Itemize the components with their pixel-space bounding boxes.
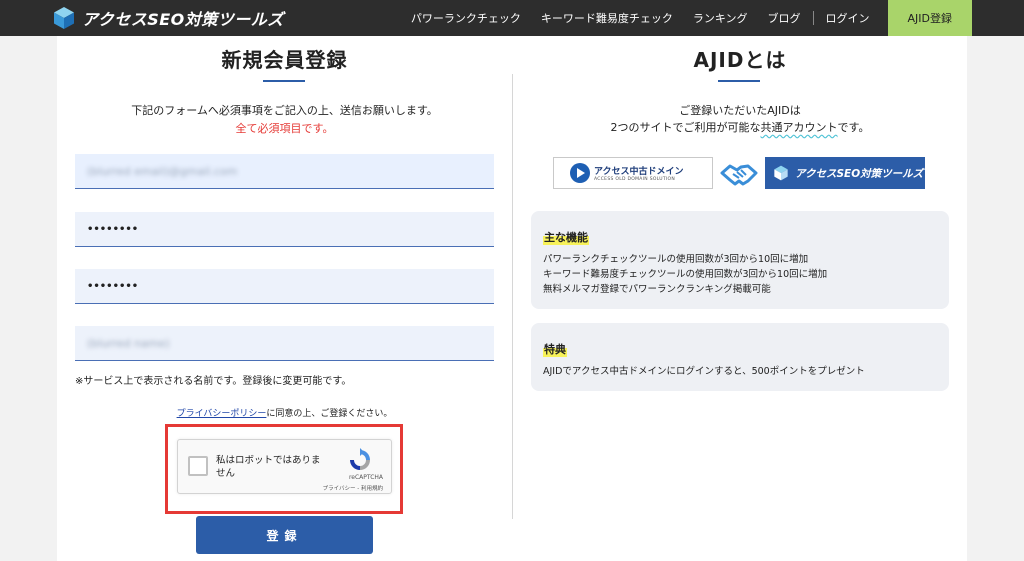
- nav-keyword-difficulty[interactable]: キーワード難易度チェック: [531, 10, 683, 26]
- logo-text: アクセスSEO対策ツールズ: [82, 10, 284, 29]
- access-seo-tools-logo: アクセスSEO対策ツールズ: [765, 157, 925, 189]
- password-value: ••••••••: [87, 223, 139, 235]
- partner-logos: アクセス中古ドメイン ACCESS OLD DOMAIN SOLUTION アク…: [553, 157, 927, 189]
- recaptcha-logo-icon: [350, 448, 370, 470]
- ajid-intro-post: です。: [837, 121, 870, 134]
- handshake-icon: [720, 164, 758, 186]
- main-nav: パワーランクチェック キーワード難易度チェック ランキング ブログ ログイン A…: [401, 0, 972, 36]
- register-section: 新規会員登録 下記のフォームへ必須事項をご記入の上、送信お願いします。 全て必須…: [57, 36, 512, 561]
- nickname-value: (blurred name): [87, 336, 170, 350]
- access-seo-tools-name: アクセスSEO対策ツールズ: [795, 167, 924, 180]
- play-circle-icon: [570, 163, 590, 183]
- policy-consent-text: に同意の上、ご登録ください。: [266, 409, 393, 419]
- register-title: 新規会員登録: [221, 48, 348, 72]
- recaptcha-label: 私はロボットではありません: [216, 455, 321, 479]
- benefits-title: 特典: [543, 341, 567, 357]
- nav-ranking[interactable]: ランキング: [683, 10, 758, 26]
- register-intro: 下記のフォームへ必須事項をご記入の上、送信お願いします。: [131, 104, 438, 117]
- cube-logo-icon: [774, 165, 788, 181]
- benefits-box: 特典 AJIDでアクセス中古ドメインにログインすると、500ポイントをプレゼント: [531, 323, 949, 391]
- ajid-section: AJIDとは ご登録いただいたAJIDは 2つのサイトでご利用が可能な共通アカウ…: [513, 36, 967, 561]
- recaptcha-checkbox[interactable]: [188, 456, 208, 476]
- nav-login[interactable]: ログイン: [816, 10, 880, 26]
- features-box: 主な機能 パワーランクチェックツールの使用回数が3回から10回に増加 キーワード…: [531, 211, 949, 309]
- features-title: 主な機能: [543, 229, 589, 245]
- cube-logo-icon: [54, 7, 74, 29]
- ajid-intro-line2: 2つのサイトでご利用が可能な共通アカウントです。: [513, 119, 967, 135]
- nickname-field[interactable]: (blurred name): [75, 326, 494, 361]
- ajid-title-underline: [718, 80, 760, 82]
- ajid-title: AJIDとは: [693, 48, 787, 72]
- feature-item: 無料メルマガ登録でパワーランクランキング掲載可能: [543, 284, 771, 295]
- recaptcha-widget: 私はロボットではありません reCAPTCHA プライバシー - 利用規約: [177, 439, 392, 494]
- ajid-intro-pre: 2つのサイトでご利用が可能な: [610, 121, 761, 134]
- nav-separator: [812, 11, 814, 25]
- feature-item: パワーランクチェックツールの使用回数が3回から10回に増加: [543, 254, 809, 265]
- access-old-domain-logo: アクセス中古ドメイン ACCESS OLD DOMAIN SOLUTION: [553, 157, 713, 189]
- nav-ajid-register-button[interactable]: AJID登録: [887, 0, 972, 36]
- title-underline: [263, 80, 305, 82]
- nav-blog[interactable]: ブログ: [758, 10, 811, 26]
- main-card: 新規会員登録 下記のフォームへ必須事項をご記入の上、送信お願いします。 全て必須…: [57, 36, 967, 561]
- register-submit-button[interactable]: 登録: [196, 516, 373, 554]
- policy-consent: プライバシーポリシーに同意の上、ご登録ください。: [57, 406, 512, 419]
- access-old-domain-text: アクセス中古ドメイン ACCESS OLD DOMAIN SOLUTION: [594, 164, 684, 182]
- access-old-domain-name: アクセス中古ドメイン: [594, 167, 684, 177]
- password-confirm-value: ••••••••: [87, 280, 139, 292]
- ajid-intro-line1: ご登録いただいたAJIDは: [679, 104, 801, 117]
- privacy-policy-link[interactable]: プライバシーポリシー: [177, 409, 267, 419]
- recaptcha-brand: reCAPTCHA: [348, 474, 383, 481]
- recaptcha-links[interactable]: プライバシー - 利用規約: [323, 484, 383, 492]
- nickname-note: ※サービス上で表示される名前です。登録後に変更可能です。: [75, 376, 352, 387]
- email-field[interactable]: (blurred email)@gmail.com: [75, 154, 494, 189]
- password-field[interactable]: ••••••••: [75, 212, 494, 247]
- access-old-domain-sub: ACCESS OLD DOMAIN SOLUTION: [594, 177, 676, 182]
- nav-power-rank[interactable]: パワーランクチェック: [401, 10, 531, 26]
- ajid-intro-emphasis: 共通アカウント: [760, 121, 838, 134]
- benefit-item: AJIDでアクセス中古ドメインにログインすると、500ポイントをプレゼント: [543, 366, 865, 377]
- site-logo[interactable]: アクセスSEO対策ツールズ: [52, 5, 284, 31]
- email-value: (blurred email)@gmail.com: [87, 164, 238, 178]
- password-confirm-field[interactable]: ••••••••: [75, 269, 494, 304]
- site-header: アクセスSEO対策ツールズ パワーランクチェック キーワード難易度チェック ラン…: [0, 0, 1024, 36]
- feature-item: キーワード難易度チェックツールの使用回数が3回から10回に増加: [543, 269, 828, 280]
- required-note: 全て必須項目です。: [235, 122, 334, 135]
